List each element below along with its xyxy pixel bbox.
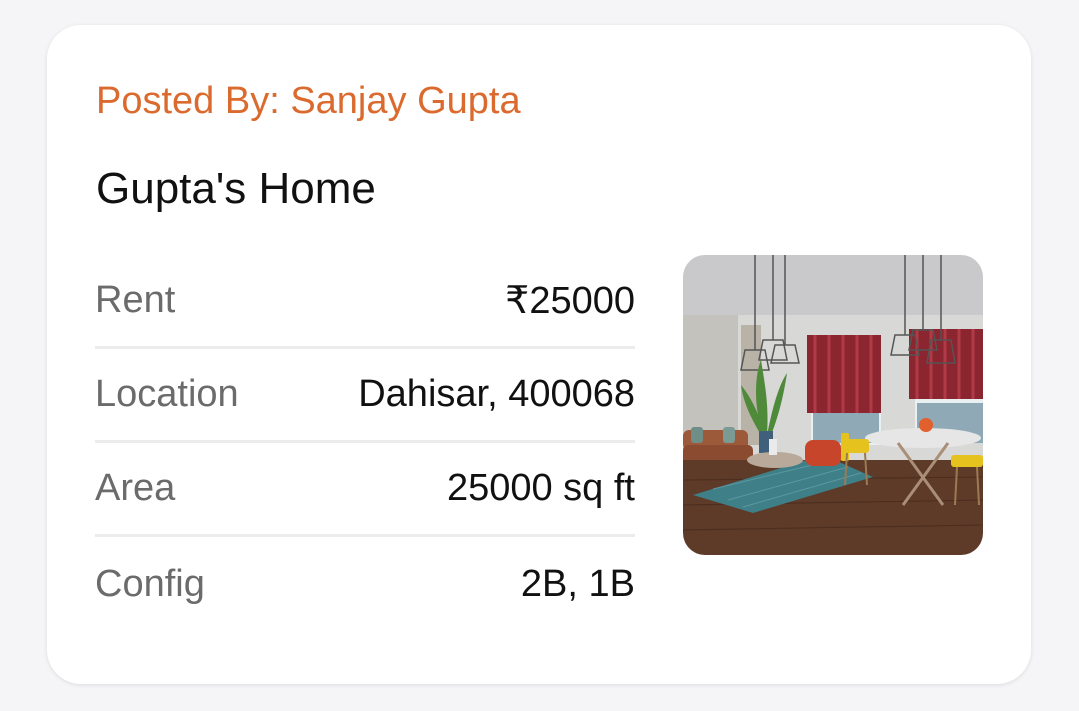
posted-by-label: Posted By: Sanjay Gupta <box>96 80 521 122</box>
config-value: 2B, 1B <box>520 562 635 605</box>
area-value: 25000 sq ft <box>446 467 635 509</box>
property-details: Rent ₹25000 Location Dahisar, 400068 Are… <box>95 255 635 631</box>
config-label: Config <box>95 562 205 605</box>
property-photo[interactable] <box>683 255 983 555</box>
property-title: Gupta's Home <box>96 164 376 213</box>
detail-row-rent: Rent ₹25000 <box>95 255 635 349</box>
location-value: Dahisar, 400068 <box>358 373 635 415</box>
detail-row-area: Area 25000 sq ft <box>95 443 635 537</box>
area-label: Area <box>95 467 176 509</box>
location-label: Location <box>95 373 239 415</box>
rent-value: ₹25000 <box>505 280 635 322</box>
rent-label: Rent <box>95 279 176 321</box>
detail-row-location: Location Dahisar, 400068 <box>95 349 635 443</box>
detail-row-config: Config 2B, 1B <box>95 537 635 631</box>
living-room-photo-icon <box>683 255 983 555</box>
property-card[interactable]: Posted By: Sanjay Gupta Gupta's Home Ren… <box>47 25 1031 684</box>
